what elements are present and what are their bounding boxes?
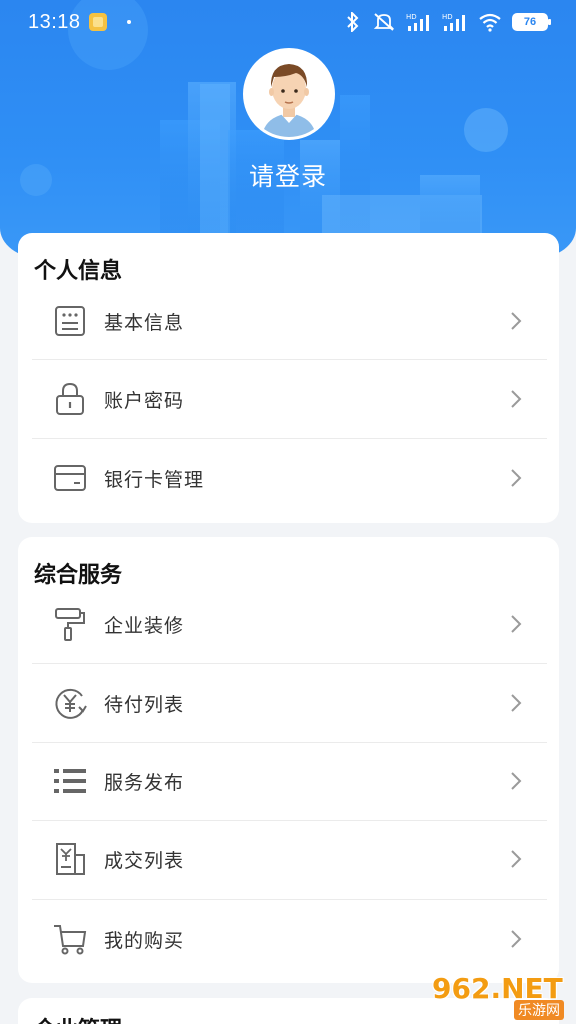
more-notifications-dot <box>126 20 131 24</box>
svg-text:HD: HD <box>406 13 417 21</box>
lock-icon <box>50 379 90 419</box>
section-title-enterprise-management: 企业管理 <box>34 1012 122 1024</box>
menu-item-pending-payments[interactable]: 待付列表 <box>32 664 547 742</box>
signal-hd-icon: HD <box>442 13 465 31</box>
chevron-right-icon <box>511 850 522 868</box>
status-time: 13:18 <box>28 10 81 33</box>
menu-item-label: 企业装修 <box>104 614 185 637</box>
chevron-right-icon <box>511 772 522 790</box>
status-bar: 13:18 HD HD 76 <box>0 0 576 44</box>
menu-item-service-publish[interactable]: 服务发布 <box>32 742 547 820</box>
wifi-icon <box>479 13 501 32</box>
personal-info-card: 个人信息 基本信息 账户密码 银行卡管理 <box>18 233 559 523</box>
avatar[interactable] <box>243 48 335 140</box>
id-card-icon <box>50 301 90 341</box>
menu-item-label: 待付列表 <box>104 693 185 716</box>
menu-item-my-purchases[interactable]: 我的购买 <box>32 900 547 978</box>
menu-item-label: 基本信息 <box>104 311 185 334</box>
watermark-sub: 乐游网 <box>514 1000 564 1020</box>
cart-icon <box>50 919 90 959</box>
chevron-right-icon <box>511 312 522 330</box>
menu-item-enterprise-decoration[interactable]: 企业装修 <box>32 585 547 663</box>
mute-icon <box>373 13 395 31</box>
menu-item-deal-list[interactable]: 成交列表 <box>32 820 547 898</box>
receipt-icon <box>50 839 90 879</box>
menu-item-label: 银行卡管理 <box>104 468 205 491</box>
services-card: 综合服务 企业装修 待付列表 服务发布 成交列表 我的购买 <box>18 537 559 983</box>
login-link[interactable]: 请登录 <box>0 157 576 193</box>
chevron-right-icon <box>511 930 522 948</box>
chevron-right-icon <box>511 390 522 408</box>
avatar-icon <box>246 51 332 137</box>
list-icon <box>50 761 90 801</box>
profile-header: 13:18 HD HD 76 请登录 <box>0 0 576 258</box>
menu-item-label: 我的购买 <box>104 929 185 952</box>
chevron-right-icon <box>511 694 522 712</box>
site-watermark: 962.NET 乐游网 <box>432 972 568 1020</box>
bluetooth-icon <box>347 12 359 32</box>
menu-item-label: 服务发布 <box>104 771 185 794</box>
section-title-personal-info: 个人信息 <box>34 259 123 284</box>
menu-item-account-password[interactable]: 账户密码 <box>32 360 547 438</box>
menu-item-label: 成交列表 <box>104 849 185 872</box>
svg-text:HD: HD <box>442 13 453 21</box>
yuan-cycle-icon <box>50 683 90 723</box>
paint-roller-icon <box>50 604 90 644</box>
menu-item-basic-info[interactable]: 基本信息 <box>32 282 547 360</box>
signal-hd-icon: HD <box>406 13 429 31</box>
chevron-right-icon <box>511 469 522 487</box>
chevron-right-icon <box>511 615 522 633</box>
battery-icon: 76 <box>512 13 551 31</box>
bank-card-icon <box>50 458 90 498</box>
menu-item-bank-card[interactable]: 银行卡管理 <box>32 439 547 517</box>
menu-item-label: 账户密码 <box>104 389 185 412</box>
notification-icon <box>88 13 107 31</box>
